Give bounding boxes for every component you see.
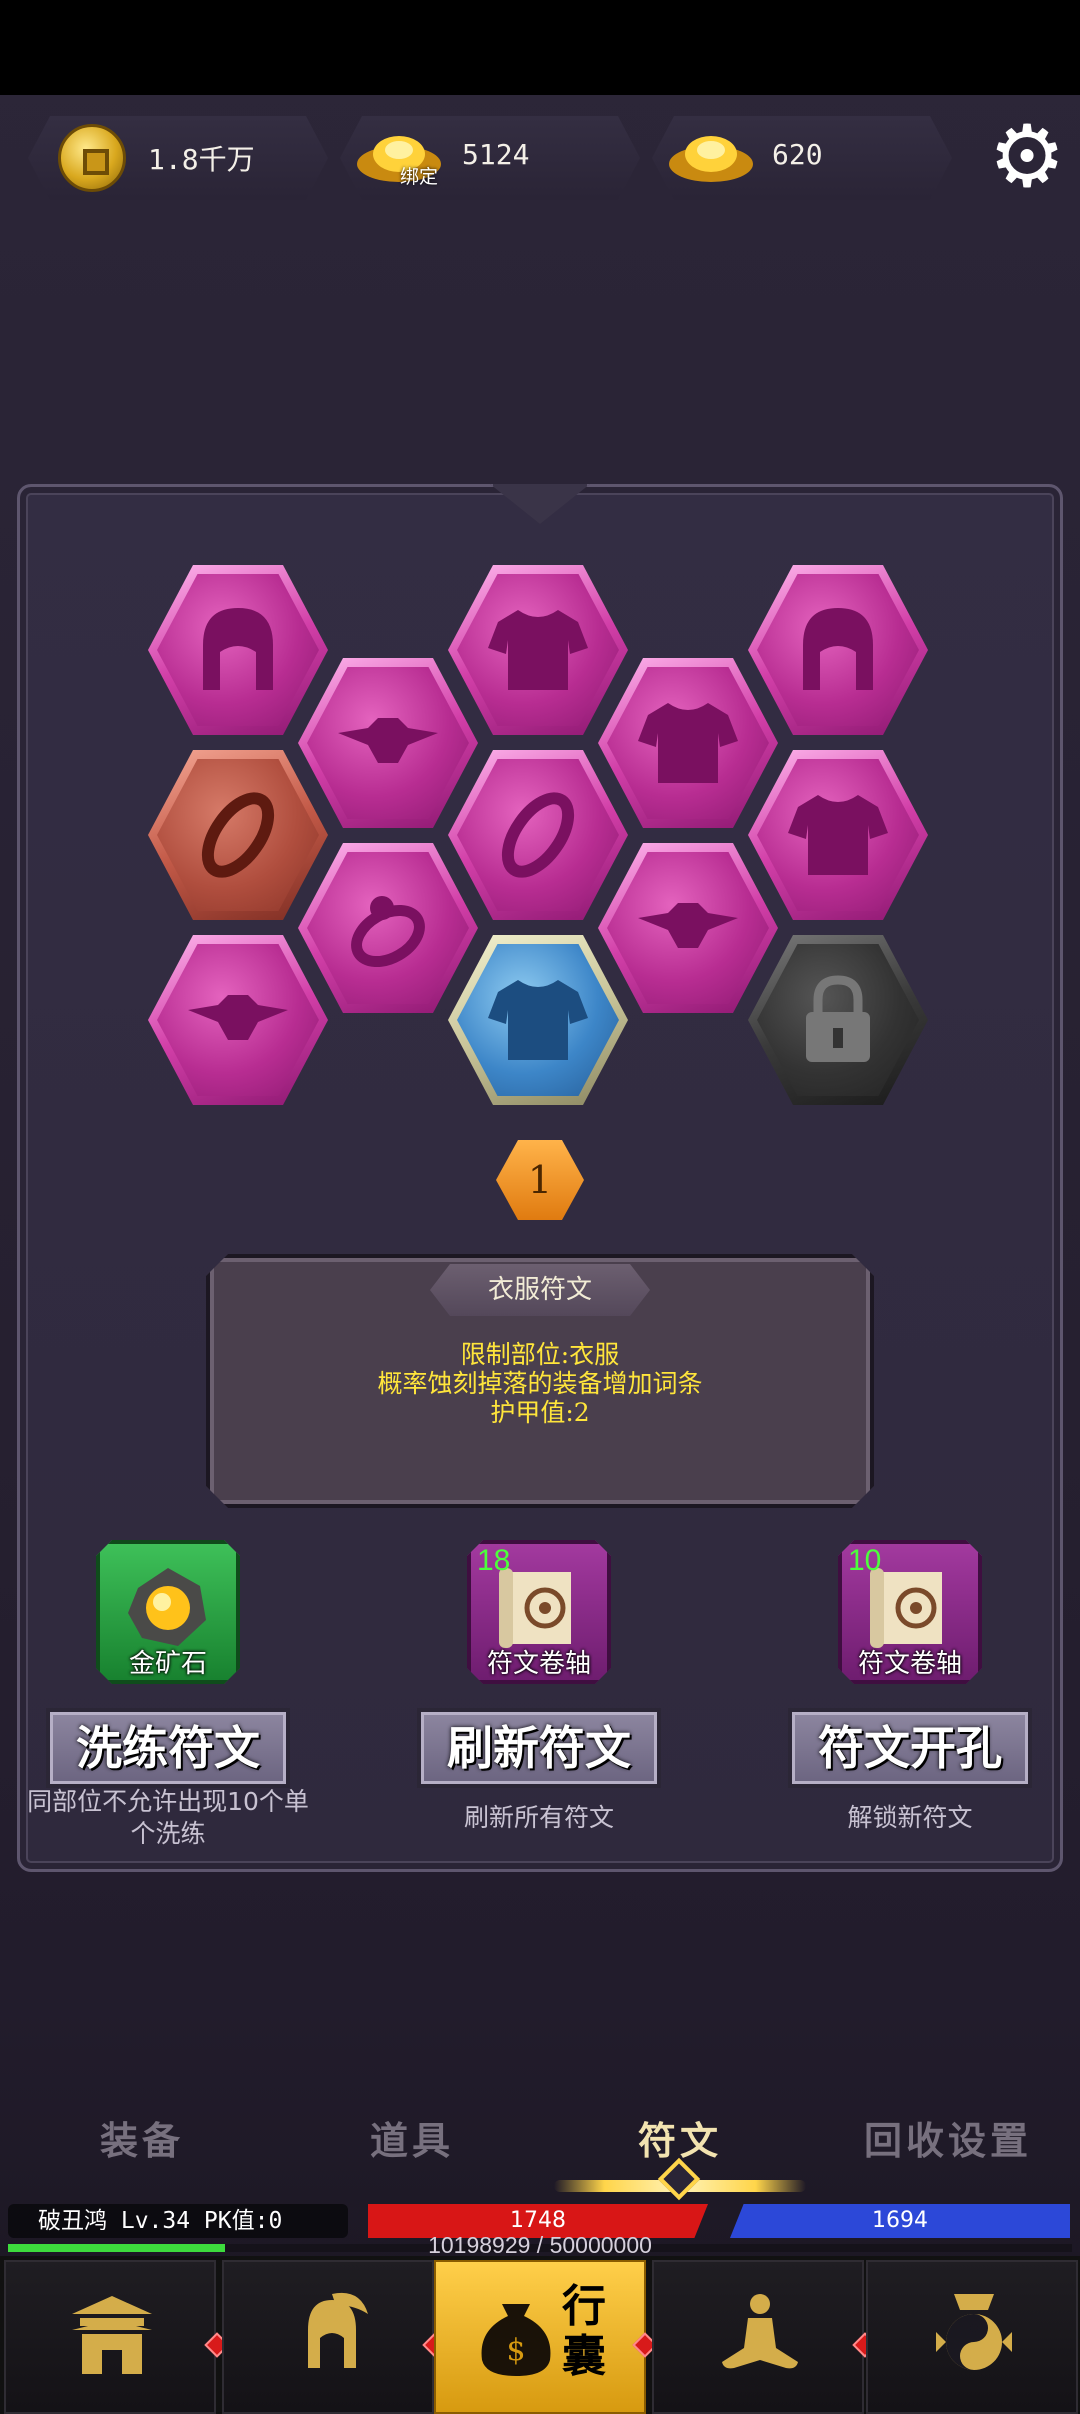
armor-value-line: 护甲值:2 [490, 1398, 590, 1427]
helmet-icon [803, 608, 873, 690]
armor-icon [788, 795, 888, 875]
warrior-helmet-icon [308, 2292, 368, 2368]
armor-icon [488, 980, 588, 1060]
copper-amount: 1.8千万 [148, 143, 255, 176]
scroll-count: 10 [848, 1544, 882, 1577]
city-gate-icon [72, 2296, 152, 2374]
ring-icon [201, 792, 275, 878]
nav-bag[interactable]: $ 行囊 [434, 2260, 646, 2414]
money-bag-icon: $ [481, 2304, 551, 2376]
unlock-hint: 解锁新符文 [847, 1803, 973, 1832]
yin-yang-icon [936, 2294, 1012, 2370]
item-name: 符文卷轴 [486, 1649, 591, 1679]
bound-gold-currency: 绑定 5124 [340, 116, 640, 200]
status-bar [0, 0, 1080, 95]
bound-label: 绑定 [400, 166, 439, 188]
scroll-count: 18 [477, 1544, 511, 1577]
nav-city[interactable] [4, 2260, 216, 2414]
nav-meditation[interactable] [652, 2260, 864, 2414]
tab-recycle-settings[interactable]: 回收设置 [864, 2110, 1032, 2165]
refresh-rune-button[interactable]: 刷新符文 [417, 1708, 661, 1788]
nav-taoist[interactable] [866, 2260, 1078, 2414]
gold-amount: 620 [772, 138, 823, 171]
small-ring-icon [351, 896, 425, 968]
lock-icon [806, 975, 870, 1062]
copper-coin-icon [58, 124, 126, 192]
refresh-hint: 刷新所有符文 [463, 1803, 614, 1832]
restriction-line: 限制部位:衣服 [460, 1340, 620, 1369]
rune-description-text: 限制部位:衣服 概率蚀刻掉落的装备增加词条 护甲值:2 [206, 1340, 874, 1427]
rune-description-title: 衣服符文 [430, 1264, 650, 1316]
gold-ore-item[interactable]: 金矿石 [96, 1540, 240, 1684]
tab-runes[interactable]: 符文 [638, 2110, 722, 2165]
armor-icon [488, 610, 588, 690]
bound-gold-amount: 5124 [462, 138, 530, 171]
rune-scroll-item[interactable]: 10 符文卷轴 [838, 1540, 982, 1684]
effect-line: 概率蚀刻掉落的装备增加词条 [377, 1369, 703, 1398]
armor-icon [638, 703, 738, 783]
ring-icon [501, 792, 575, 878]
rune-scroll-item[interactable]: 18 符文卷轴 [467, 1540, 611, 1684]
unlock-rune-slot-button[interactable]: 符文开孔 [788, 1708, 1032, 1788]
belt-icon [188, 995, 288, 1040]
item-name: 金矿石 [128, 1649, 207, 1679]
tab-equipment[interactable]: 装备 [100, 2110, 184, 2165]
refine-hint: 同部位不允许出现10个单个洗练 [27, 1787, 309, 1848]
belt-icon [638, 903, 738, 948]
nav-bag-label: 行囊 [562, 2281, 606, 2382]
gold-ingot-icon [666, 126, 756, 186]
item-name: 符文卷轴 [857, 1649, 962, 1679]
copper-currency: 1.8千万 [28, 116, 328, 200]
belt-icon [338, 718, 438, 763]
nav-character[interactable] [222, 2260, 434, 2414]
meditation-icon [722, 2294, 798, 2369]
helmet-icon [203, 608, 273, 690]
refine-rune-button[interactable]: 洗练符文 [46, 1708, 290, 1788]
gold-currency: 620 [652, 116, 952, 200]
settings-gear-icon[interactable]: ⚙ [982, 112, 1072, 202]
tab-items[interactable]: 道具 [370, 2110, 454, 2165]
svg-text:$: $ [506, 2333, 525, 2368]
xp-text: 10198929 / 50000000 [428, 2232, 652, 2258]
